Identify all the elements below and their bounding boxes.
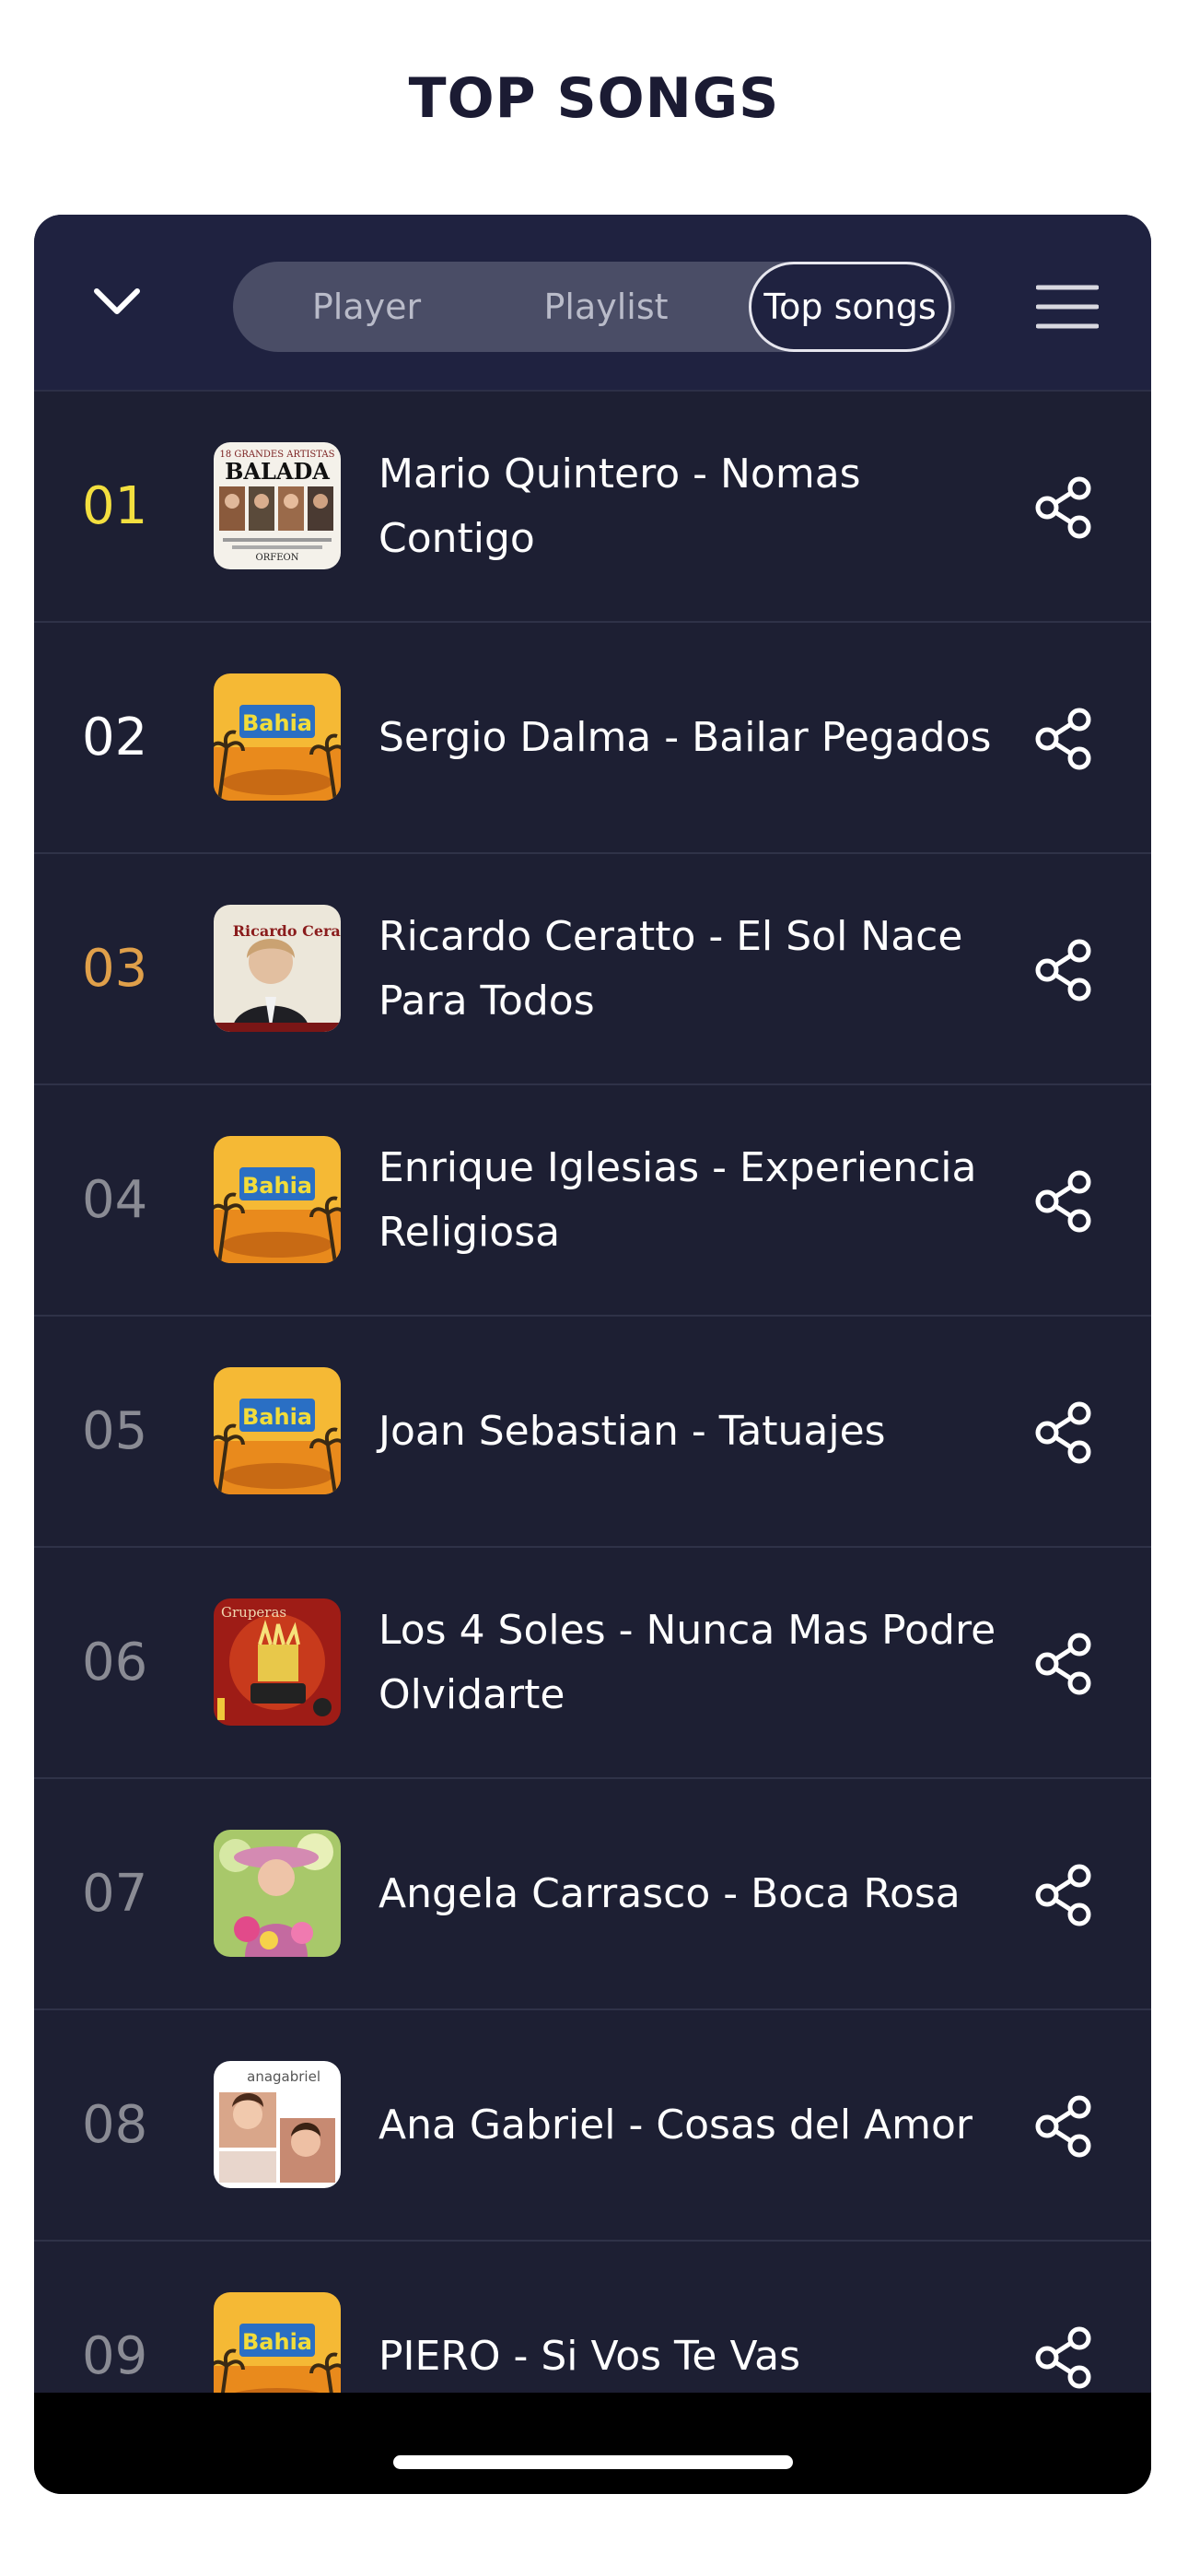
song-row[interactable]: 07 Angela Carrasco - Boca Rosa [34,1779,1151,2010]
share-button[interactable] [1029,704,1099,774]
song-row[interactable]: 06 Gruperas Los 4 Soles - Nunca Mas Podr… [34,1548,1151,1779]
cover-text: Bahia [242,710,312,736]
song-row[interactable]: 04 Bahia Enrique Iglesias - Experiencia … [34,1085,1151,1317]
bottom-bar [34,2393,1151,2494]
cover-text: Bahia [242,1404,312,1430]
share-icon [1035,939,1091,1001]
view-tabs: Player Playlist Top songs [233,262,955,352]
page-title: TOP SONGS [408,66,780,131]
cover-text: anagabriel [247,2068,320,2085]
tab-top-songs[interactable]: Top songs [749,262,951,352]
share-icon [1035,708,1091,770]
share-button[interactable] [1029,1398,1099,1468]
tab-playlist[interactable]: Playlist [509,262,703,352]
share-button[interactable] [1029,2323,1099,2393]
share-button[interactable] [1029,473,1099,543]
song-title: Sergio Dalma - Bailar Pegados [379,713,992,761]
song-rank: 05 [82,1401,148,1461]
song-rank: 07 [82,1864,148,1924]
menu-button[interactable] [1031,270,1104,344]
hamburger-menu-icon [1036,285,1099,329]
chevron-down-icon [94,288,140,314]
song-title: Joan Sebastian - Tatuajes [379,1407,886,1455]
share-button[interactable] [1029,2091,1099,2161]
share-icon [1035,2095,1091,2158]
share-icon [1035,2326,1091,2389]
collapse-button[interactable] [80,265,154,339]
album-art: Bahia [214,1136,341,1263]
cover-text: Ricardo Ceratto [233,922,341,940]
cover-text: Gruperas [221,1604,286,1621]
song-list: 01 18 GRANDES ARTISTAS BALADA ORFEON Mar… [34,392,1151,2473]
song-rank: 03 [82,939,148,999]
album-art [214,1830,341,1957]
song-row[interactable]: 01 18 GRANDES ARTISTAS BALADA ORFEON Mar… [34,392,1151,623]
share-button[interactable] [1029,1629,1099,1699]
cover-text: ORFEON [256,553,299,563]
song-row[interactable]: 08 anagabriel Ana Gabriel - Cosas del Am… [34,2010,1151,2242]
song-row[interactable]: 02 Bahia Sergio Dalma - Bailar Pegados [34,623,1151,854]
album-art: 18 GRANDES ARTISTAS BALADA ORFEON [214,442,341,569]
song-title: Los 4 Soles - Nunca Mas Podre Olvidarte [379,1606,996,1718]
song-rank: 04 [82,1170,148,1230]
song-title: Angela Carrasco - Boca Rosa [379,1869,961,1917]
album-art: anagabriel [214,2061,341,2188]
home-indicator[interactable] [393,2455,793,2469]
song-rank: 02 [82,708,148,767]
cover-text: Bahia [242,2329,312,2355]
panel-header: Player Playlist Top songs [34,215,1151,392]
share-icon [1035,1170,1091,1233]
share-icon [1035,476,1091,539]
top-songs-panel: Player Playlist Top songs 01 18 GRANDES … [34,215,1151,2494]
album-art: Bahia [214,1367,341,1494]
share-icon [1035,1864,1091,1926]
tab-player[interactable]: Player [270,262,463,352]
album-art: Ricardo Ceratto [214,905,341,1032]
song-rank: 01 [82,476,148,536]
share-button[interactable] [1029,1166,1099,1236]
song-rank: 06 [82,1633,148,1692]
song-title: Ana Gabriel - Cosas del Amor [379,2101,973,2149]
album-art: Bahia [214,673,341,801]
song-rank: 08 [82,2095,148,2155]
album-art: Gruperas [214,1598,341,1726]
song-title: Mario Quintero - Nomas Contigo [379,450,861,562]
song-row[interactable]: 03 Ricardo Ceratto Ricardo Ceratto - El … [34,854,1151,1085]
cover-text: BALADA [225,458,330,485]
song-title: Ricardo Ceratto - El Sol Nace Para Todos [379,912,963,1025]
song-row[interactable]: 05 Bahia Joan Sebastian - Tatuajes [34,1317,1151,1548]
share-button[interactable] [1029,1860,1099,1930]
share-icon [1035,1633,1091,1695]
song-title: Enrique Iglesias - Experiencia Religiosa [379,1143,977,1256]
share-button[interactable] [1029,935,1099,1005]
share-icon [1035,1401,1091,1464]
cover-text: Bahia [242,1173,312,1199]
